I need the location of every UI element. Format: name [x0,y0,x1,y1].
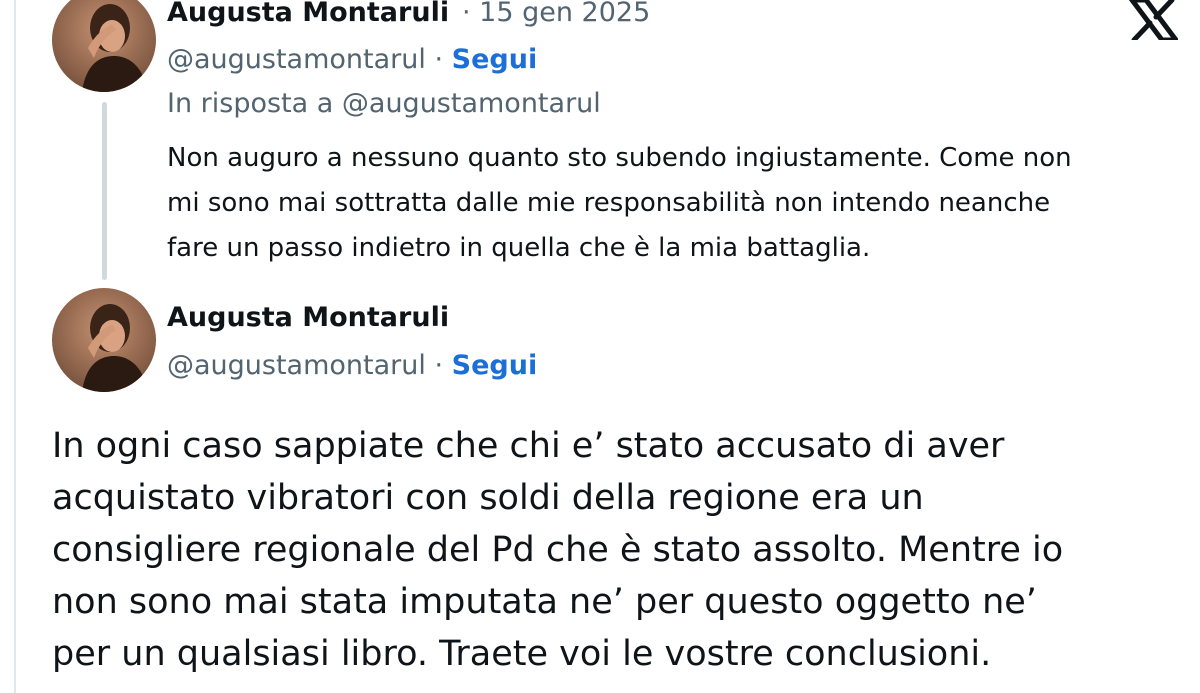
author-name[interactable]: Augusta Montaruli [167,0,449,28]
main-tweet-text: In ogni caso sappiate che chi e’ stato a… [52,426,1064,674]
separator-dot: · [425,44,452,75]
in-reply-to: In risposta a @augustamontarul [167,88,601,119]
x-logo-icon[interactable] [1128,0,1181,43]
author-handle[interactable]: @augustamontarul [167,350,426,381]
follow-button[interactable]: Segui [452,350,538,381]
author-handle[interactable]: @augustamontarul [167,44,426,75]
handle-row: @augustamontarul · Segui [167,350,537,381]
thread-connector-line [102,102,107,280]
reply-tweet-text: Non auguro a nessuno quanto sto subendo … [167,143,1072,263]
avatar[interactable] [52,288,156,392]
tweet-date[interactable]: · 15 gen 2025 [462,0,650,28]
avatar[interactable] [52,0,156,92]
author-name[interactable]: Augusta Montaruli [167,302,449,333]
separator-dot: · [425,350,452,381]
follow-button[interactable]: Segui [452,44,538,75]
left-border [14,0,16,693]
handle-row: @augustamontarul · Segui [167,44,537,75]
